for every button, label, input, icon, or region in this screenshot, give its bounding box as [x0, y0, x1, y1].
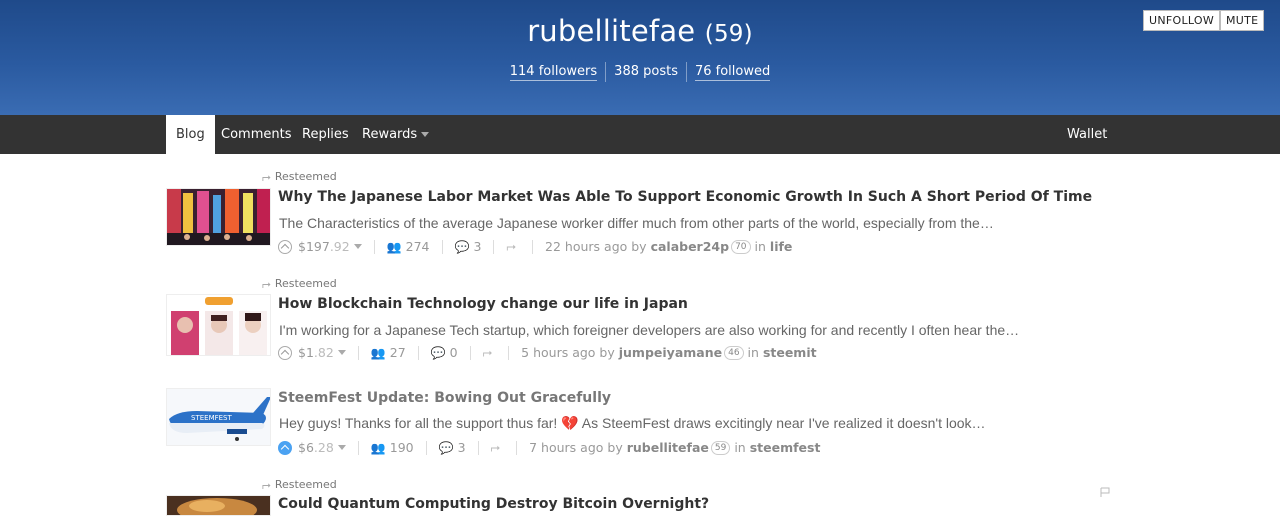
author-link[interactable]: jumpeiyamane [619, 345, 722, 360]
tab-blog[interactable]: Blog [166, 115, 215, 154]
profile-nav: Blog Comments Replies Rewards Wallet [0, 115, 1280, 154]
author-link[interactable]: rubellitefae [627, 440, 709, 455]
upvote-icon[interactable] [278, 239, 292, 254]
post-title[interactable]: Could Quantum Computing Destroy Bitcoin … [278, 496, 709, 512]
resteem-icon[interactable]: ⮣ [491, 440, 501, 455]
post-thumbnail[interactable] [166, 294, 271, 356]
post-footer: $6.28 👥 190 💬 3 ⮣ 7 hours ago by rubellite… [278, 440, 820, 455]
chevron-down-icon [421, 132, 430, 137]
post-footer: $1.82 👥 27 💬 0 ⮣ 5 hours ago by jumpeiyama… [278, 345, 817, 360]
bitcoin-image [167, 496, 270, 515]
tab-rewards[interactable]: Rewards [352, 115, 439, 154]
post-excerpt[interactable]: The Characteristics of the average Japan… [279, 215, 994, 231]
resteem-icon[interactable]: ⮣ [506, 239, 516, 254]
resteem-icon: ⮣ [262, 277, 271, 290]
post-thumbnail[interactable] [166, 495, 271, 516]
payout-value[interactable]: $6.28 [298, 440, 334, 455]
upvote-icon[interactable] [278, 345, 292, 360]
portraits-image [167, 295, 270, 355]
payout-value[interactable]: $197.92 [298, 239, 350, 254]
post-time: 7 hours ago by [529, 440, 623, 455]
mute-button[interactable]: MUTE [1220, 10, 1265, 31]
category-link[interactable]: life [770, 239, 793, 254]
chevron-down-icon[interactable] [337, 350, 346, 355]
voters-icon: 👥 [370, 440, 386, 455]
posts-count: 388 posts [606, 62, 687, 82]
author-reputation: 70 [731, 239, 751, 254]
post-time: 5 hours ago by [521, 345, 615, 360]
flag-icon[interactable] [1100, 487, 1110, 497]
resteemed-label: ⮣ Resteemed [262, 170, 337, 183]
post-thumbnail[interactable]: STEEMFEST [166, 388, 271, 446]
comments-icon: 💬 [438, 440, 454, 455]
resteemed-label: ⮣ Resteemed [262, 478, 337, 491]
voters-icon: 👥 [370, 345, 386, 360]
author-reputation: 46 [724, 345, 744, 360]
post-footer: $197.92 👥 274 💬 3 ⮣ 22 hours ago by calabe… [278, 239, 792, 254]
author-reputation: 59 [710, 440, 731, 455]
author-link[interactable]: calaber24p [651, 239, 730, 254]
resteem-icon[interactable]: ⮣ [483, 345, 493, 360]
category-link[interactable]: steemit [763, 345, 817, 360]
resteem-icon: ⮣ [262, 478, 271, 491]
reputation-score: (59) [704, 21, 753, 47]
unfollow-button[interactable]: UNFOLLOW [1143, 10, 1221, 31]
profile-header: rubellitefae (59) 114 followers 388 post… [0, 0, 1280, 115]
wallet-link[interactable]: Wallet [1057, 115, 1117, 154]
post-time: 22 hours ago by [545, 239, 647, 254]
upvote-icon[interactable] [278, 440, 292, 455]
tab-replies[interactable]: Replies [292, 115, 359, 154]
post-thumbnail[interactable] [166, 188, 271, 246]
chevron-down-icon[interactable] [337, 445, 346, 450]
post-excerpt[interactable]: Hey guys! Thanks for all the support thu… [279, 415, 986, 432]
category-link[interactable]: steemfest [750, 440, 821, 455]
resteemed-label: ⮣ Resteemed [262, 277, 337, 290]
vote-count[interactable]: 190 [390, 440, 414, 455]
username: rubellitefae [527, 14, 696, 48]
tab-comments[interactable]: Comments [211, 115, 301, 154]
profile-title: rubellitefae (59) [0, 14, 1280, 48]
plane-livery-text: STEEMFEST [191, 414, 232, 422]
tab-rewards-label: Rewards [362, 127, 418, 142]
post-excerpt[interactable]: I'm working for a Japanese Tech startup,… [279, 322, 1019, 338]
followers-link[interactable]: 114 followers [509, 64, 598, 81]
resteem-icon: ⮣ [262, 170, 271, 183]
airplane-image: STEEMFEST [167, 389, 270, 445]
comment-count[interactable]: 3 [458, 440, 466, 455]
profile-stats: 114 followers 388 posts 76 followed [0, 62, 1280, 82]
post-title[interactable]: How Blockchain Technology change our lif… [278, 296, 688, 312]
broken-heart-icon: 💔 [561, 415, 579, 431]
comments-icon: 💬 [454, 239, 470, 254]
voters-icon: 👥 [386, 239, 402, 254]
city-street-image [167, 189, 270, 245]
vote-count[interactable]: 274 [406, 239, 430, 254]
vote-count[interactable]: 27 [390, 345, 406, 360]
payout-value[interactable]: $1.82 [298, 345, 334, 360]
followed-link[interactable]: 76 followed [694, 64, 771, 81]
comments-icon: 💬 [430, 345, 446, 360]
comment-count[interactable]: 0 [450, 345, 458, 360]
comment-count[interactable]: 3 [473, 239, 481, 254]
post-title[interactable]: SteemFest Update: Bowing Out Gracefully [278, 390, 611, 406]
post-title[interactable]: Why The Japanese Labor Market Was Able T… [278, 189, 1092, 205]
chevron-down-icon[interactable] [353, 244, 362, 249]
